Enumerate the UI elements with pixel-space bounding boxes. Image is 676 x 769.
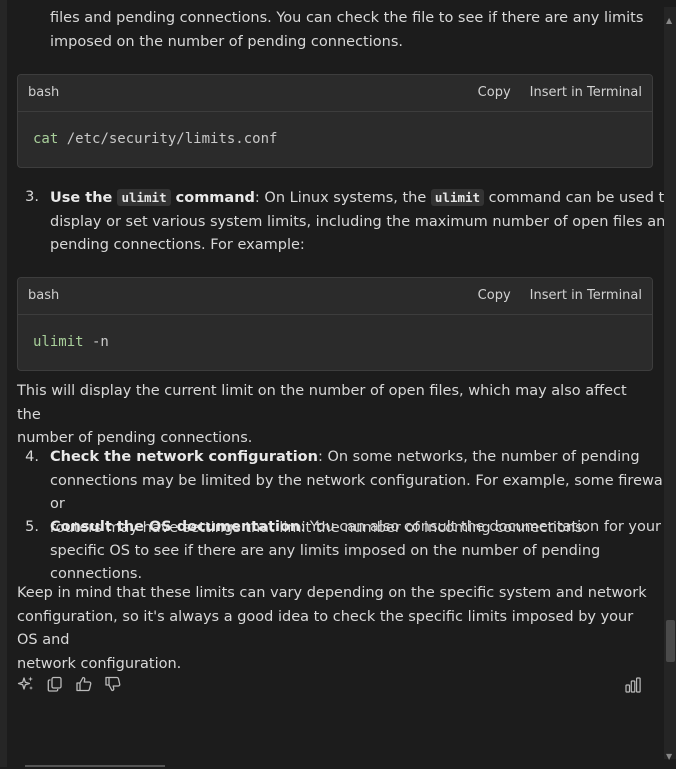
code-block-header: bash Copy Insert in Terminal (18, 75, 652, 112)
code-block-ulimit: bash Copy Insert in Terminal ulimit -n (17, 277, 653, 371)
intro-tail: files and pending connections. You can c… (17, 7, 676, 54)
code-block-limits: bash Copy Insert in Terminal cat /etc/se… (17, 74, 653, 168)
item4-bold: Check the network configuration (50, 449, 318, 465)
response-toolbar (17, 675, 122, 693)
left-gutter (0, 0, 7, 767)
thumbs-up-icon[interactable] (75, 675, 93, 693)
list-item-5: 5. Consult the OS documentation: You can… (17, 516, 676, 587)
copy-button[interactable]: Copy (478, 81, 511, 105)
item4-text-1: : On some networks, the number of pendin… (317, 449, 640, 465)
item3-text-1: : On Linux systems, the (254, 190, 431, 206)
scroll-up-arrow-icon[interactable]: ▲ (666, 9, 672, 33)
list-number: 5. (25, 519, 39, 535)
list-number: 3. (25, 189, 39, 205)
copy-button[interactable]: Copy (478, 284, 511, 308)
intro-line-2: imposed on the number of pending connect… (50, 33, 403, 50)
inline-code: ulimit (430, 189, 485, 206)
stats-icon[interactable] (624, 676, 642, 694)
intro-line-1: files and pending connections. You can c… (50, 10, 644, 26)
code-content[interactable]: ulimit -n (18, 315, 652, 370)
after-code-line-1: This will display the current limit on t… (17, 383, 627, 423)
after-code-paragraph: This will display the current limit on t… (17, 380, 654, 451)
code-command: ulimit (33, 333, 84, 350)
code-content[interactable]: cat /etc/security/limits.conf (18, 112, 652, 167)
closing-paragraph: Keep in mind that these limits can vary … (17, 582, 654, 676)
item3-bold-1: Use the (50, 190, 118, 206)
closing-line-3: network configuration. (17, 655, 182, 672)
code-args: -n (83, 333, 109, 350)
thumbs-down-icon[interactable] (104, 675, 122, 693)
list-item-3: 3. Use the ulimit command: On Linux syst… (17, 186, 676, 258)
scroll-down-arrow-icon[interactable]: ▼ (666, 745, 672, 769)
code-language: bash (28, 288, 60, 304)
item5-line-2: specific OS to see if there are any limi… (50, 542, 601, 583)
closing-line-1: Keep in mind that these limits can vary … (17, 585, 647, 601)
inline-code: ulimit (117, 189, 171, 206)
closing-line-2: configuration, so it's always a good ide… (17, 608, 634, 649)
item3-line-3: pending connections. For example: (50, 237, 305, 253)
item4-line-2: connections may be limited by the networ… (50, 472, 676, 513)
insert-in-terminal-button[interactable]: Insert in Terminal (530, 284, 642, 308)
list-number: 4. (25, 449, 39, 465)
item3-line-2: display or set various system limits, in… (50, 213, 675, 230)
code-language: bash (28, 85, 60, 101)
code-block-header: bash Copy Insert in Terminal (18, 278, 652, 315)
item3-text-2: command can be used to (484, 190, 674, 206)
scrollbar-thumb[interactable] (666, 620, 675, 662)
item5-text-1: : You can also consult the documentation… (300, 519, 662, 535)
code-command: cat (33, 130, 59, 147)
code-args: /etc/security/limits.conf (58, 130, 278, 147)
item3-bold-2: command (170, 190, 255, 206)
insert-in-terminal-button[interactable]: Insert in Terminal (530, 81, 642, 105)
sparkle-icon[interactable] (17, 675, 35, 693)
copy-icon[interactable] (46, 675, 64, 693)
item5-bold: Consult the OS documentation (50, 519, 301, 535)
